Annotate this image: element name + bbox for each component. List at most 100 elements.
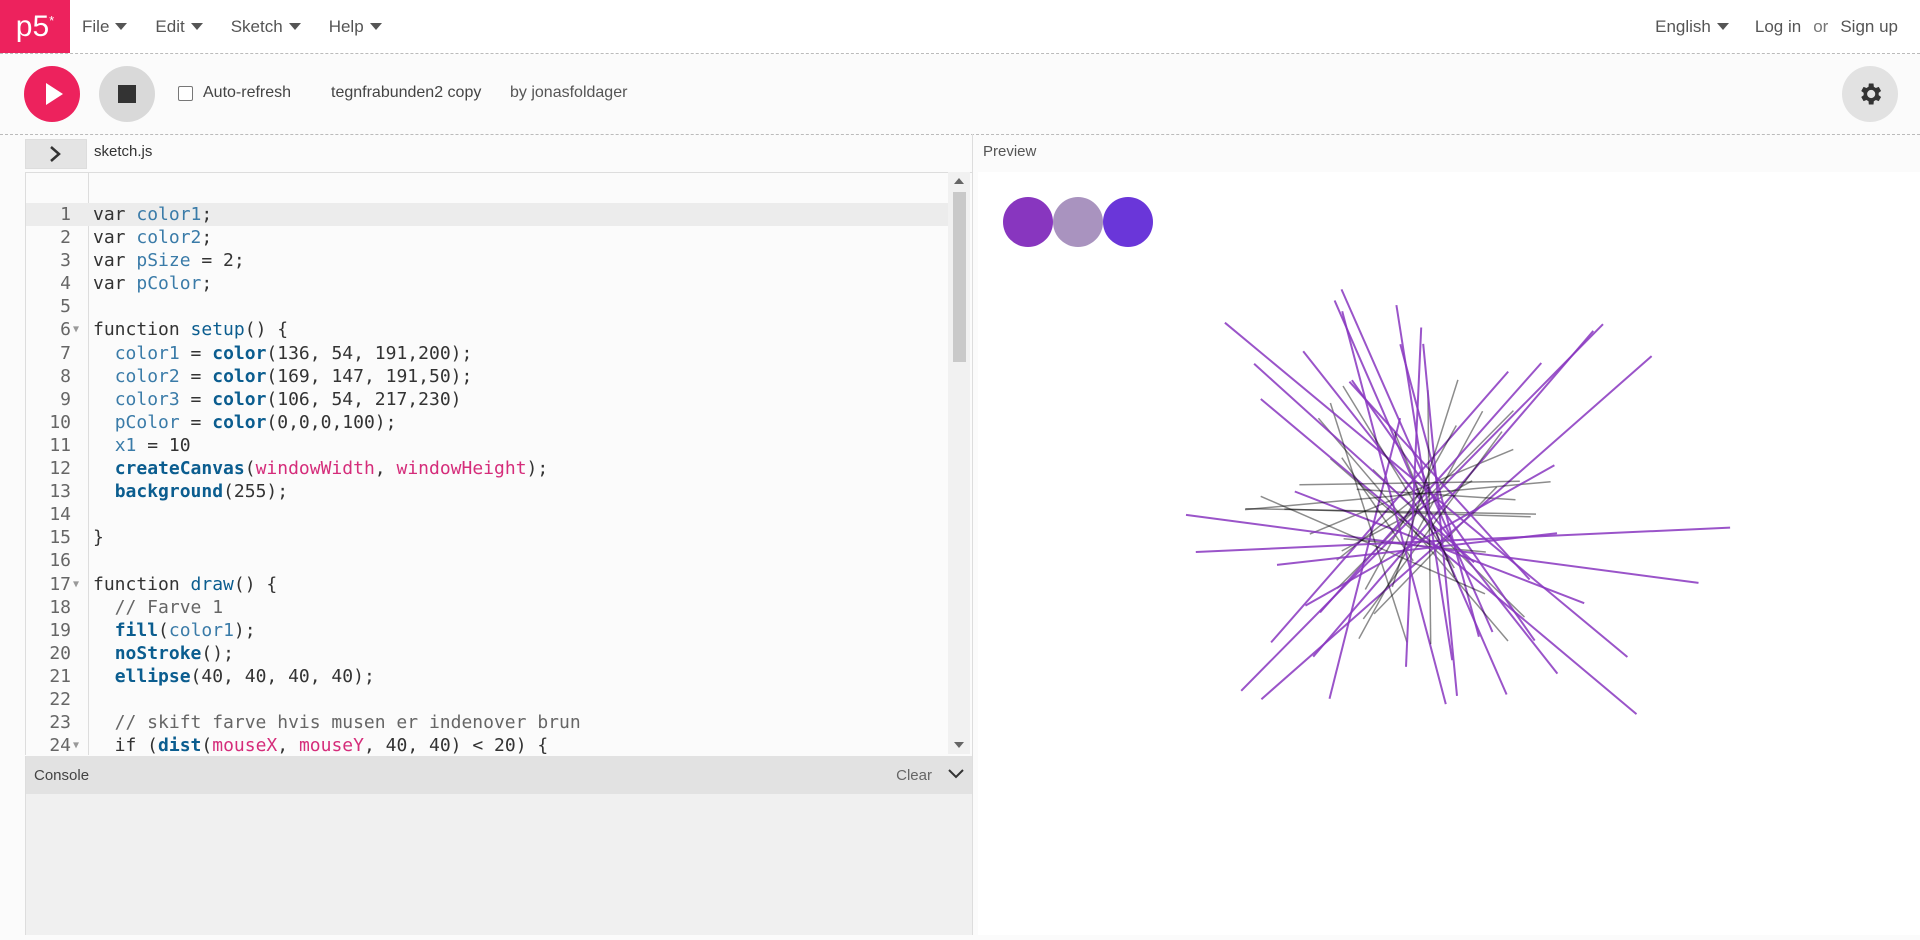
sidebar-toggle-button[interactable] xyxy=(25,139,87,169)
sketch-canvas[interactable] xyxy=(978,172,1920,935)
code-text[interactable]: var color1; xyxy=(93,203,212,226)
code-text[interactable]: var pColor; xyxy=(93,272,212,295)
code-line[interactable]: 12 createCanvas(windowWidth, windowHeigh… xyxy=(26,457,952,480)
code-text[interactable]: background(255); xyxy=(93,480,288,503)
menu-sketch[interactable]: Sketch xyxy=(231,17,301,37)
code-line[interactable]: 22 xyxy=(26,688,952,711)
console-header: Console Clear xyxy=(25,756,972,794)
code-line[interactable]: 5 xyxy=(26,295,952,318)
settings-button[interactable] xyxy=(1842,66,1898,122)
console-output xyxy=(25,794,972,935)
menu-edit[interactable]: Edit xyxy=(155,17,203,37)
language-dropdown[interactable]: English xyxy=(1655,17,1729,37)
drawn-line xyxy=(1244,480,1551,511)
code-line[interactable]: 15} xyxy=(26,526,952,549)
code-text[interactable]: noStroke(); xyxy=(93,642,234,665)
fold-arrow-icon[interactable]: ▼ xyxy=(73,573,79,596)
code-line[interactable]: 23 // skift farve hvis musen er indenove… xyxy=(26,711,952,734)
code-line[interactable]: 6 ▼ function setup() { xyxy=(26,318,952,341)
code-text[interactable]: ellipse(40, 40, 40, 40); xyxy=(93,665,375,688)
signup-link[interactable]: Sign up xyxy=(1840,17,1898,37)
code-text[interactable]: color1 = color(136, 54, 191,200); xyxy=(93,342,473,365)
scrollbar-thumb[interactable] xyxy=(953,192,966,362)
file-tab[interactable]: sketch.js xyxy=(94,143,152,160)
autorefresh-toggle[interactable]: Auto-refresh xyxy=(178,84,291,102)
color-swatch-2[interactable] xyxy=(1053,197,1103,247)
autorefresh-checkbox[interactable] xyxy=(178,85,193,101)
code-text[interactable]: // skift farve hvis musen er indenover b… xyxy=(93,711,581,734)
sketch-owner: by jonasfoldager xyxy=(510,84,628,101)
code-text[interactable]: color2 = color(169, 147, 191,50); xyxy=(93,365,473,388)
code-line[interactable]: 19 fill(color1); xyxy=(26,619,952,642)
code-text[interactable]: function draw() { xyxy=(93,573,277,596)
chevron-down-icon xyxy=(190,23,203,30)
code-editor[interactable]: 1 var color1; 2 var color2; 3 var pSize = 2; 4… xyxy=(25,172,972,755)
code-text[interactable]: x1 = 10 xyxy=(93,434,191,457)
drawn-line xyxy=(1240,323,1604,692)
code-text[interactable]: color3 = color(106, 54, 217,230) xyxy=(93,388,462,411)
line-number: 10 xyxy=(49,411,71,433)
scroll-down-icon[interactable] xyxy=(954,742,964,748)
code-text[interactable]: function setup() { xyxy=(93,318,288,341)
pane-divider[interactable] xyxy=(972,134,973,935)
line-number: 15 xyxy=(49,527,71,549)
line-number: 5 xyxy=(60,296,71,318)
code-text[interactable]: } xyxy=(93,526,104,549)
code-line[interactable]: 20 noStroke(); xyxy=(26,642,952,665)
stop-button[interactable] xyxy=(99,66,155,122)
code-line[interactable]: 17 ▼ function draw() { xyxy=(26,573,952,596)
login-link[interactable]: Log in xyxy=(1755,17,1801,37)
preview-canvas[interactable] xyxy=(978,172,1920,935)
code-text[interactable]: createCanvas(windowWidth, windowHeight); xyxy=(93,457,549,480)
code-line[interactable]: 16 xyxy=(26,549,952,572)
chevron-down-icon xyxy=(288,23,301,30)
code-line[interactable]: 21 ellipse(40, 40, 40, 40); xyxy=(26,665,952,688)
code-line[interactable]: 4 var pColor; xyxy=(26,272,952,295)
code-line[interactable]: 11 x1 = 10 xyxy=(26,434,952,457)
code-line[interactable]: 18 // Farve 1 xyxy=(26,596,952,619)
code-lines[interactable]: 1 var color1; 2 var color2; 3 var pSize = 2; 4… xyxy=(26,203,952,755)
console-title: Console xyxy=(34,767,90,784)
p5-logo[interactable]: p5* xyxy=(0,0,70,53)
fold-arrow-icon[interactable]: ▼ xyxy=(73,734,79,755)
code-text[interactable]: var pSize = 2; xyxy=(93,249,245,272)
drawn-line xyxy=(1312,330,1595,658)
menu-file[interactable]: File xyxy=(82,17,128,37)
code-line[interactable]: 3 var pSize = 2; xyxy=(26,249,952,272)
menu-help[interactable]: Help xyxy=(329,17,382,37)
console-clear-button[interactable]: Clear xyxy=(896,767,932,784)
code-line[interactable]: 8 color2 = color(169, 147, 191,50); xyxy=(26,365,952,388)
code-line[interactable]: 13 background(255); xyxy=(26,480,952,503)
chevron-down-icon[interactable] xyxy=(948,767,964,781)
code-line[interactable]: 10 pColor = color(0,0,0,100); xyxy=(26,411,952,434)
scroll-up-icon[interactable] xyxy=(954,178,964,184)
main-menu: File Edit Sketch Help xyxy=(82,0,410,53)
code-text[interactable]: if (dist(mouseX, mouseY, 40, 40) < 20) { xyxy=(93,734,549,755)
code-text[interactable]: pColor = color(0,0,0,100); xyxy=(93,411,397,434)
sketch-name[interactable]: tegnfrabunden2 copy xyxy=(331,84,481,102)
top-nav: p5* File Edit Sketch Help English Log in… xyxy=(0,0,1920,54)
code-text[interactable]: // Farve 1 xyxy=(93,596,223,619)
fold-arrow-icon[interactable]: ▼ xyxy=(73,318,79,341)
code-text[interactable]: fill(color1); xyxy=(93,619,256,642)
editor-scrollbar[interactable] xyxy=(948,172,970,754)
chevron-down-icon xyxy=(369,23,382,30)
play-button[interactable] xyxy=(24,66,80,122)
code-text[interactable]: var color2; xyxy=(93,226,212,249)
line-number: 17 xyxy=(49,573,71,595)
or-text: or xyxy=(1813,16,1829,36)
drawn-line xyxy=(1260,355,1653,700)
line-number: 1 xyxy=(60,204,71,225)
code-line[interactable]: 7 color1 = color(136, 54, 191,200); xyxy=(26,342,952,365)
line-number: 13 xyxy=(49,481,71,503)
line-number: 2 xyxy=(60,227,71,249)
line-number: 4 xyxy=(60,273,71,295)
code-line[interactable]: 14 xyxy=(26,503,952,526)
color-swatch-1[interactable] xyxy=(1003,197,1053,247)
autorefresh-label: Auto-refresh xyxy=(203,84,292,101)
code-line[interactable]: 1 var color1; xyxy=(26,203,952,227)
color-swatch-3[interactable] xyxy=(1103,197,1153,247)
code-line[interactable]: 9 color3 = color(106, 54, 217,230) xyxy=(26,388,952,411)
code-line[interactable]: 24 ▼ if (dist(mouseX, mouseY, 40, 40) < 2… xyxy=(26,734,952,755)
code-line[interactable]: 2 var color2; xyxy=(26,226,952,249)
